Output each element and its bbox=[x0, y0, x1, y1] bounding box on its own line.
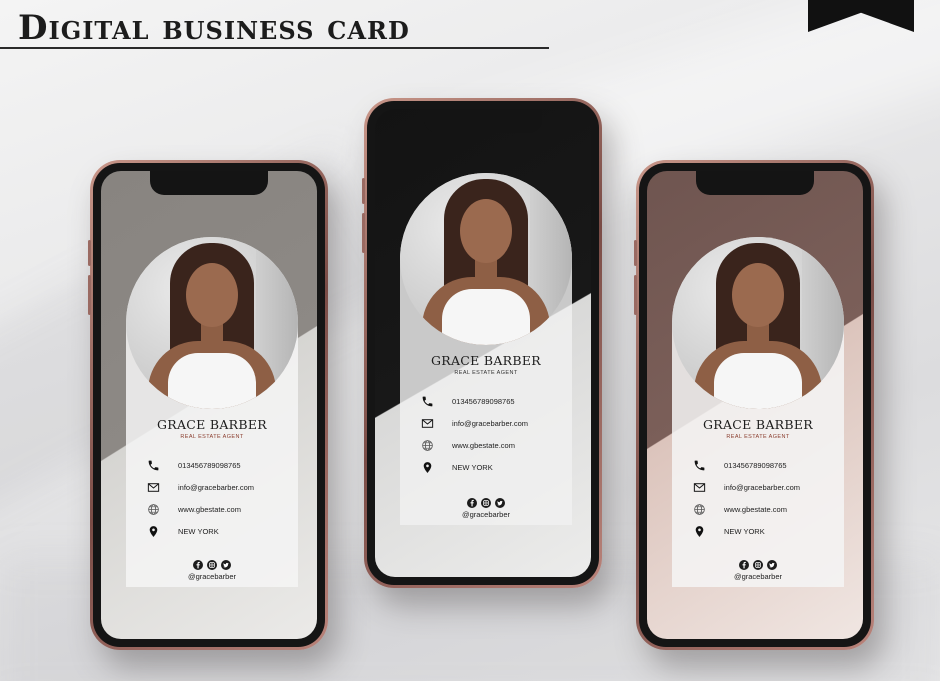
contact-phone[interactable]: 013456789098765 bbox=[420, 390, 572, 412]
social-handle: @gracebarber bbox=[733, 572, 783, 581]
profile-photo bbox=[126, 237, 298, 409]
instagram-icon[interactable] bbox=[207, 560, 217, 570]
contact-email-text: info@gracebarber.com bbox=[178, 482, 254, 492]
contact-location: NEW YORK bbox=[692, 520, 844, 542]
contact-location-text: NEW YORK bbox=[724, 526, 765, 536]
business-card-1[interactable]: GRACE BARBER REAL ESTATE AGENT 013456789… bbox=[126, 237, 298, 587]
instagram-icon[interactable] bbox=[481, 498, 491, 508]
contact-phone-text: 013456789098765 bbox=[178, 460, 241, 470]
contact-website-text: www.gbestate.com bbox=[452, 440, 515, 450]
contact-location-text: NEW YORK bbox=[178, 526, 219, 536]
globe-icon bbox=[146, 502, 160, 516]
contact-website-text: www.gbestate.com bbox=[178, 504, 241, 514]
phone-icon bbox=[146, 458, 160, 472]
contact-list: 013456789098765 info@gracebarber.com www… bbox=[126, 454, 298, 542]
facebook-icon[interactable] bbox=[739, 560, 749, 570]
social-handle: @gracebarber bbox=[187, 572, 237, 581]
profile-photo bbox=[672, 237, 844, 409]
phone-notch bbox=[150, 171, 268, 195]
contact-phone-text: 013456789098765 bbox=[724, 460, 787, 470]
contact-list: 013456789098765 info@gracebarber.com www… bbox=[400, 390, 572, 478]
contact-email[interactable]: info@gracebarber.com bbox=[420, 412, 572, 434]
phone-mockup-1: GRACE BARBER REAL ESTATE AGENT 013456789… bbox=[88, 160, 328, 650]
contact-website[interactable]: www.gbestate.com bbox=[146, 498, 298, 520]
contact-phone-text: 013456789098765 bbox=[452, 396, 515, 406]
contact-phone[interactable]: 013456789098765 bbox=[692, 454, 844, 476]
phone-mockup-2: GRACE BARBER REAL ESTATE AGENT 013456789… bbox=[362, 98, 602, 588]
contact-list: 013456789098765 info@gracebarber.com www… bbox=[672, 454, 844, 542]
contact-email[interactable]: info@gracebarber.com bbox=[146, 476, 298, 498]
profile-photo bbox=[400, 173, 572, 345]
globe-icon bbox=[420, 438, 434, 452]
phone-screen-2: GRACE BARBER REAL ESTATE AGENT 013456789… bbox=[375, 109, 591, 577]
social-links: @gracebarber bbox=[400, 498, 572, 519]
phone-icon bbox=[420, 394, 434, 408]
facebook-icon[interactable] bbox=[467, 498, 477, 508]
twitter-icon[interactable] bbox=[221, 560, 231, 570]
location-pin-icon bbox=[692, 524, 706, 538]
title-divider bbox=[0, 47, 549, 49]
social-links: @gracebarber bbox=[126, 560, 298, 581]
phone-notch bbox=[424, 109, 542, 133]
card-role: REAL ESTATE AGENT bbox=[180, 434, 244, 440]
email-icon bbox=[420, 416, 434, 430]
card-name: GRACE BARBER bbox=[702, 417, 814, 432]
instagram-icon[interactable] bbox=[753, 560, 763, 570]
phone-icon bbox=[692, 458, 706, 472]
contact-website-text: www.gbestate.com bbox=[724, 504, 787, 514]
card-role: REAL ESTATE AGENT bbox=[454, 370, 518, 376]
location-pin-icon bbox=[420, 460, 434, 474]
business-card-3[interactable]: GRACE BARBER REAL ESTATE AGENT 013456789… bbox=[672, 237, 844, 587]
contact-website[interactable]: www.gbestate.com bbox=[692, 498, 844, 520]
contact-location: NEW YORK bbox=[420, 456, 572, 478]
email-icon bbox=[692, 480, 706, 494]
phone-screen-3: GRACE BARBER REAL ESTATE AGENT 013456789… bbox=[647, 171, 863, 639]
contact-email[interactable]: info@gracebarber.com bbox=[692, 476, 844, 498]
bookmark-ribbon-icon bbox=[808, 0, 914, 32]
contact-website[interactable]: www.gbestate.com bbox=[420, 434, 572, 456]
phone-mockup-3: GRACE BARBER REAL ESTATE AGENT 013456789… bbox=[634, 160, 874, 650]
social-handle: @gracebarber bbox=[461, 510, 511, 519]
email-icon bbox=[146, 480, 160, 494]
facebook-icon[interactable] bbox=[193, 560, 203, 570]
contact-email-text: info@gracebarber.com bbox=[452, 418, 528, 428]
phone-screen-1: GRACE BARBER REAL ESTATE AGENT 013456789… bbox=[101, 171, 317, 639]
card-name: GRACE BARBER bbox=[156, 417, 268, 432]
social-links: @gracebarber bbox=[672, 560, 844, 581]
card-name: GRACE BARBER bbox=[430, 353, 542, 368]
globe-icon bbox=[692, 502, 706, 516]
business-card-2[interactable]: GRACE BARBER REAL ESTATE AGENT 013456789… bbox=[400, 173, 572, 525]
contact-phone[interactable]: 013456789098765 bbox=[146, 454, 298, 476]
contact-email-text: info@gracebarber.com bbox=[724, 482, 800, 492]
twitter-icon[interactable] bbox=[495, 498, 505, 508]
contact-location-text: NEW YORK bbox=[452, 462, 493, 472]
card-role: REAL ESTATE AGENT bbox=[726, 434, 790, 440]
phone-notch bbox=[696, 171, 814, 195]
contact-location: NEW YORK bbox=[146, 520, 298, 542]
page-title: Digital business card bbox=[18, 8, 410, 48]
twitter-icon[interactable] bbox=[767, 560, 777, 570]
location-pin-icon bbox=[146, 524, 160, 538]
